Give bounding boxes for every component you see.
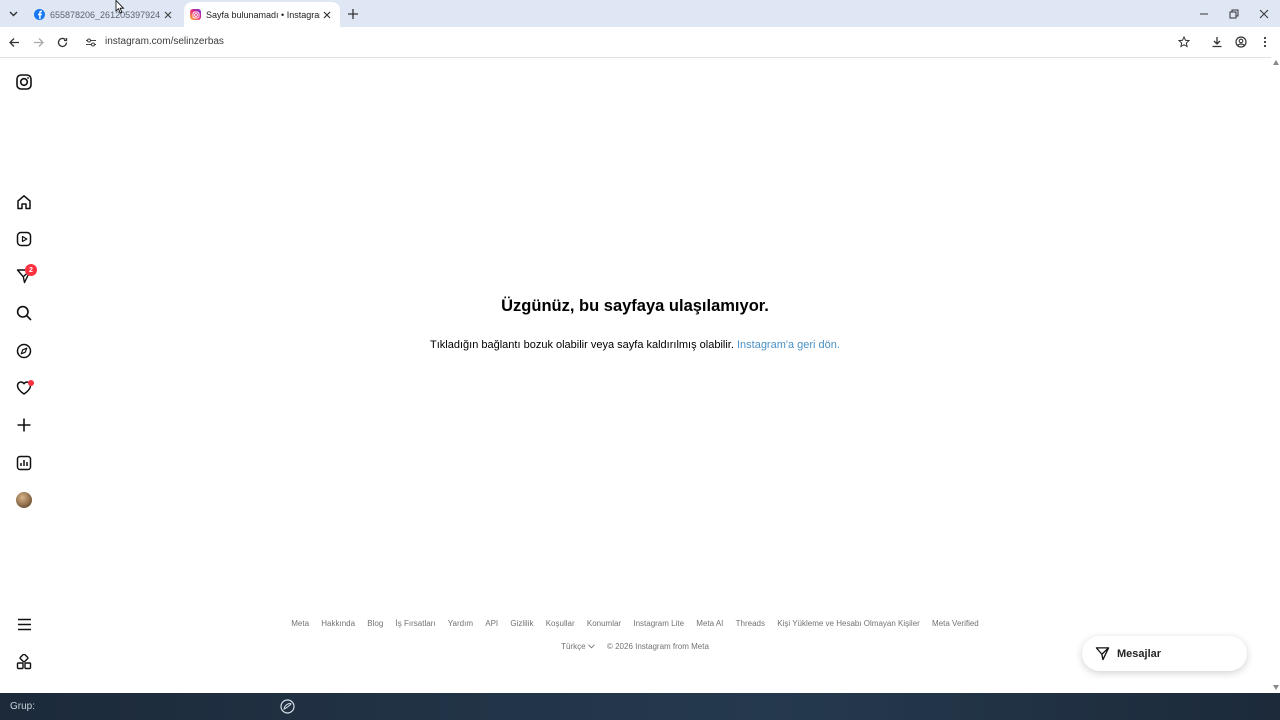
footer-link[interactable]: Meta Verified bbox=[932, 619, 979, 628]
profile-icon[interactable] bbox=[1233, 34, 1249, 50]
footer-link[interactable]: Kişi Yükleme ve Hesabı Olmayan Kişiler bbox=[777, 619, 920, 628]
browser-tab-instagram[interactable]: Sayfa bulunamadı • Instagram bbox=[184, 2, 340, 27]
taskbar-app-icon[interactable] bbox=[279, 698, 296, 715]
page-scrollbar[interactable] bbox=[1271, 57, 1280, 693]
taskbar: Grup: bbox=[0, 693, 1280, 720]
facebook-icon bbox=[34, 9, 45, 20]
instagram-logo-icon[interactable] bbox=[14, 72, 34, 92]
language-label: Türkçe bbox=[561, 642, 586, 651]
home-icon[interactable] bbox=[14, 192, 34, 212]
notification-count-badge: 2 bbox=[25, 264, 37, 276]
copyright: © 2026 Instagram from Meta bbox=[606, 642, 709, 651]
also-from-meta-icon[interactable] bbox=[14, 652, 34, 672]
footer-link[interactable]: API bbox=[485, 619, 498, 628]
reels-icon[interactable] bbox=[14, 229, 34, 249]
download-icon[interactable] bbox=[1209, 34, 1225, 50]
notification-dot bbox=[28, 380, 34, 386]
tab-title: 655878206_261205397924120... bbox=[50, 9, 161, 20]
browser-tab-facebook[interactable]: 655878206_261205397924120... bbox=[28, 2, 181, 27]
forward-arrow-icon[interactable] bbox=[30, 34, 46, 50]
footer-links: Meta Hakkında Blog İş Fırsatları Yardım … bbox=[0, 619, 1270, 628]
messages-button[interactable]: Mesajlar bbox=[1082, 636, 1247, 671]
messages-label: Mesajlar bbox=[1117, 647, 1162, 660]
tab-title: Sayfa bulunamadı • Instagram bbox=[206, 9, 320, 20]
bookmark-star-icon[interactable] bbox=[1176, 34, 1192, 50]
footer-link[interactable]: Blog bbox=[367, 619, 383, 628]
reload-icon[interactable] bbox=[54, 34, 70, 50]
error-description: Tıkladığın bağlantı bozuk olabilir veya … bbox=[430, 339, 734, 351]
taskbar-group-label: Grup: bbox=[10, 701, 36, 712]
error-message: Tıkladığın bağlantı bozuk olabilir veya … bbox=[0, 339, 1270, 351]
browser-toolbar: instagram.com/selinzerbas bbox=[0, 27, 1280, 58]
minimize-icon[interactable] bbox=[1196, 6, 1212, 22]
restore-icon[interactable] bbox=[1226, 6, 1242, 22]
back-to-instagram-link[interactable]: Instagram'a geri dön. bbox=[737, 339, 840, 351]
address-bar-url[interactable]: instagram.com/selinzerbas bbox=[105, 36, 224, 47]
footer-link[interactable]: Koşullar bbox=[546, 619, 575, 628]
footer-link[interactable]: Meta bbox=[291, 619, 309, 628]
menu-kebab-icon[interactable] bbox=[1257, 34, 1273, 50]
create-plus-icon[interactable] bbox=[14, 415, 34, 435]
scroll-up-arrow-icon[interactable] bbox=[1273, 60, 1279, 65]
footer-link[interactable]: Gizlilik bbox=[510, 619, 533, 628]
browser-tab-bar: 655878206_261205397924120... Sayfa bulun… bbox=[0, 0, 1280, 27]
back-arrow-icon[interactable] bbox=[6, 34, 22, 50]
scroll-down-arrow-icon[interactable] bbox=[1273, 685, 1279, 690]
language-select[interactable]: Türkçe bbox=[561, 642, 595, 651]
chevron-down-icon bbox=[587, 644, 595, 649]
close-window-icon[interactable] bbox=[1256, 6, 1272, 22]
footer-link[interactable]: Konumlar bbox=[587, 619, 621, 628]
footer-link[interactable]: Hakkında bbox=[321, 619, 355, 628]
direct-messages-icon bbox=[1094, 646, 1110, 662]
site-info-tune-icon[interactable] bbox=[84, 34, 98, 50]
footer-bottom: Türkçe © 2026 Instagram from Meta bbox=[0, 642, 1270, 651]
footer-link[interactable]: Threads bbox=[736, 619, 765, 628]
mouse-cursor-icon bbox=[115, 0, 125, 14]
instagram-icon bbox=[190, 9, 201, 20]
footer-link[interactable]: Meta AI bbox=[696, 619, 723, 628]
footer-link[interactable]: İş Fırsatları bbox=[396, 619, 436, 628]
dashboard-chart-icon[interactable] bbox=[14, 453, 34, 473]
profile-avatar[interactable] bbox=[16, 492, 32, 508]
page-title: Üzgünüz, bu sayfaya ulaşılamıyor. bbox=[501, 297, 769, 315]
footer-link[interactable]: Yardım bbox=[448, 619, 473, 628]
tab-search-chevron-icon[interactable] bbox=[4, 5, 22, 22]
footer-link[interactable]: Instagram Lite bbox=[633, 619, 684, 628]
close-tab-icon[interactable] bbox=[320, 8, 334, 22]
close-tab-icon[interactable] bbox=[161, 8, 175, 22]
new-tab-plus-icon[interactable] bbox=[345, 6, 361, 22]
